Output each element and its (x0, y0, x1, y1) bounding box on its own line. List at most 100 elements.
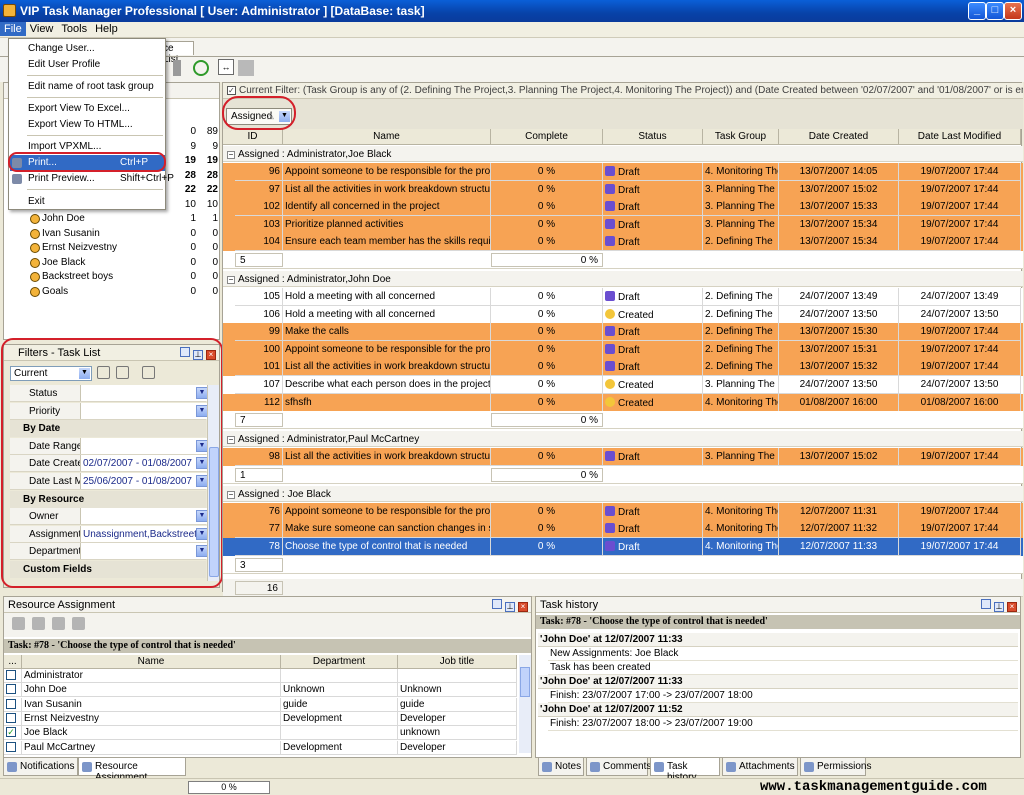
resource-column-header[interactable]: ... (4, 655, 22, 669)
resource-column-header[interactable]: Name (22, 655, 281, 669)
maximize-button[interactable]: □ (986, 2, 1004, 20)
column-header-date-created[interactable]: Date Created (779, 129, 899, 145)
collapse-icon[interactable]: − (227, 490, 235, 499)
tab-resource-assignment[interactable]: Resource Assignment (78, 758, 186, 783)
pane-close-icon[interactable]: × (518, 602, 528, 612)
current-filter-bar[interactable]: ✓ Current Filter: (Task Group is any of (… (223, 83, 1023, 99)
refresh-icon[interactable] (193, 60, 209, 76)
resource-row[interactable]: Administrator (4, 669, 517, 683)
resource-row[interactable]: Paul McCartney Development Developer (4, 740, 517, 755)
collapse-icon[interactable]: − (227, 436, 235, 445)
fit-columns-icon[interactable]: ↔ (218, 59, 234, 75)
table-row[interactable]: 100 Appoint someone to be responsible for… (223, 340, 1023, 359)
cell-group: 4. Monitoring The (703, 393, 779, 412)
tree-row[interactable]: Ivan Susanin 0 0 (4, 227, 219, 241)
group-caption[interactable]: − Assigned : Administrator,Joe Black (223, 146, 1023, 162)
tree-row[interactable]: Goals 0 0 (4, 285, 219, 299)
table-row[interactable]: 76 Appoint someone to be responsible for … (223, 502, 1023, 521)
tab-notes[interactable]: Notes (538, 758, 584, 776)
remove-resource-icon[interactable] (32, 617, 45, 630)
table-row[interactable]: 101 List all the activities in work break… (223, 358, 1023, 377)
resource-column-header[interactable]: Department (281, 655, 398, 669)
column-header-task-group[interactable]: Task Group (703, 129, 779, 145)
table-row[interactable]: 97 List all the activities in work breakd… (223, 180, 1023, 199)
resource-column-header[interactable]: Job title (398, 655, 517, 669)
column-header-name[interactable]: Name (283, 129, 491, 145)
menu-item-4[interactable]: Export View To HTML... (10, 117, 165, 133)
resource-checkbox[interactable] (4, 740, 22, 755)
menu-help[interactable]: Help (91, 22, 122, 36)
resource-row[interactable]: John Doe Unknown Unknown (4, 683, 517, 698)
pin-icon[interactable]: ⊥ (505, 602, 515, 612)
menu-item-8[interactable]: Exit (10, 194, 165, 210)
tab-comments[interactable]: Comments (586, 758, 651, 776)
table-row[interactable]: 98 List all the activities in work breakd… (223, 448, 1023, 467)
resource-row[interactable]: ✓ Joe Black unknown (4, 726, 517, 741)
checkbox[interactable] (6, 698, 16, 709)
pane-restore-icon[interactable] (492, 599, 502, 609)
resource-checkbox[interactable] (4, 697, 22, 712)
checkbox[interactable] (6, 684, 16, 695)
resource-scrollbar[interactable] (519, 655, 531, 753)
edit-resource-icon[interactable] (52, 617, 65, 630)
pane-close-icon[interactable]: × (1007, 602, 1017, 612)
menu-item-1[interactable]: Edit User Profile (10, 57, 165, 73)
resource-row[interactable]: Ernst Neizvestny Development Developer (4, 711, 517, 726)
tree-row[interactable]: Backstreet boys 0 0 (4, 270, 219, 284)
tree-row[interactable]: Ernst Neizvestny 0 0 (4, 241, 219, 255)
table-row[interactable]: 99 Make the calls 0 % Draft 2. Defining The 1… (223, 323, 1023, 342)
tab-task-history[interactable]: Task history (650, 758, 720, 783)
table-row[interactable]: 102 Identify all concerned in the project… (223, 198, 1023, 217)
menu-view[interactable]: View (26, 22, 58, 36)
columns-icon[interactable] (72, 617, 85, 630)
resource-checkbox[interactable] (4, 683, 22, 698)
cell-complete: 0 % (491, 163, 603, 181)
checkbox[interactable] (6, 712, 16, 723)
resource-row[interactable]: Ivan Susanin guide guide (4, 697, 517, 712)
menu-tools[interactable]: Tools (57, 22, 91, 36)
pane-restore-icon[interactable] (981, 599, 991, 609)
tab-permissions[interactable]: Permissions (800, 758, 871, 776)
menu-item-3[interactable]: Export View To Excel... (10, 101, 165, 117)
resource-checkbox[interactable]: ✓ (4, 726, 22, 741)
column-header-date-last-modified[interactable]: Date Last Modified (899, 129, 1021, 145)
collapse-icon[interactable]: − (227, 276, 235, 284)
table-row[interactable]: 103 Prioritize planned activities 0 % Draft… (223, 215, 1023, 234)
close-button[interactable]: × (1004, 2, 1022, 20)
tree-row[interactable]: John Doe 1 1 (4, 212, 219, 226)
down-arrow-icon[interactable] (173, 60, 181, 76)
minimize-button[interactable]: _ (968, 2, 986, 20)
tab-attachments[interactable]: Attachments (722, 758, 798, 776)
menu-file[interactable]: File (0, 22, 26, 36)
group-caption[interactable]: − Assigned : Administrator,John Doe (223, 271, 1023, 287)
checkbox[interactable] (6, 741, 16, 752)
add-resource-icon[interactable] (12, 617, 25, 630)
table-row[interactable]: 107 Describe what each person does in the… (223, 376, 1023, 394)
tab-notifications[interactable]: Notifications (3, 758, 78, 776)
column-header-status[interactable]: Status (603, 129, 703, 145)
filter-checkbox[interactable]: ✓ (227, 86, 236, 95)
checkbox[interactable] (6, 670, 16, 680)
resource-checkbox[interactable] (4, 669, 22, 683)
checkbox[interactable]: ✓ (6, 727, 16, 738)
table-row[interactable]: 112 sfhsfh 0 % Created 4. Monitoring The 01/0… (223, 393, 1023, 412)
group-caption[interactable]: − Assigned : Administrator,Paul McCartney (223, 431, 1023, 448)
column-header-complete[interactable]: Complete (491, 129, 603, 145)
group-caption[interactable]: − Assigned : Joe Black (223, 485, 1023, 502)
column-header-id[interactable]: ID (223, 129, 283, 145)
table-row[interactable]: 104 Ensure each team member has the skill… (223, 233, 1023, 252)
menu-item-2[interactable]: Edit name of root task group (10, 79, 165, 95)
cell-complete: 0 % (491, 180, 603, 199)
resource-checkbox[interactable] (4, 711, 22, 726)
menu-item-0[interactable]: Change User... (10, 41, 165, 57)
table-row[interactable]: 77 Make sure someone can sanction changes… (223, 520, 1023, 539)
table-row[interactable]: 106 Hold a meeting with all concerned 0 % C… (223, 305, 1023, 324)
table-row[interactable]: 78 Choose the type of control that is nee… (223, 538, 1023, 556)
tree-row[interactable]: Joe Black 0 0 (4, 256, 219, 270)
table-row[interactable]: 96 Appoint someone to be responsible for … (223, 163, 1023, 181)
menu-item-7[interactable]: Print Preview... Shift+Ctrl+P (10, 171, 174, 187)
pin-icon[interactable]: ⊥ (994, 602, 1004, 612)
columns-icon[interactable] (238, 60, 254, 76)
table-row[interactable]: 105 Hold a meeting with all concerned 0 % D… (223, 288, 1023, 306)
collapse-icon[interactable]: − (227, 151, 235, 159)
